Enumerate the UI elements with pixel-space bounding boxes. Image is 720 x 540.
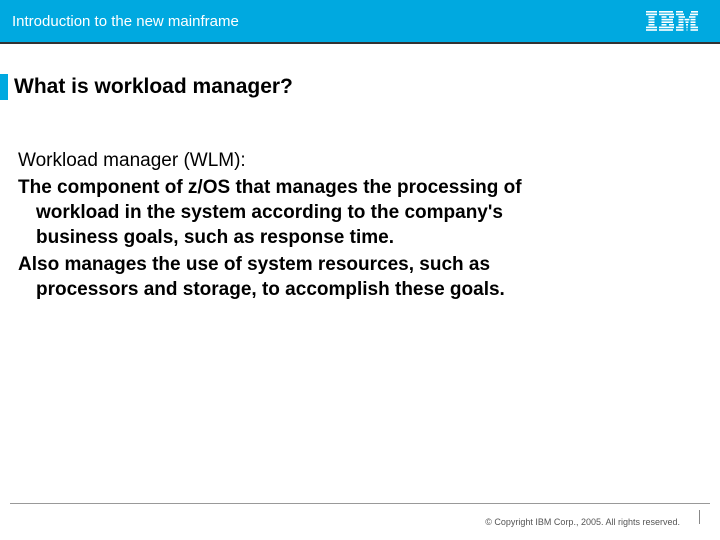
header-subtitle: Introduction to the new mainframe — [12, 13, 239, 30]
footer: © Copyright IBM Corp., 2005. All rights … — [0, 503, 720, 540]
para2-line1: Also manages the use of system resources… — [18, 254, 490, 275]
ibm-logo-icon — [646, 11, 698, 31]
footer-tick-mark — [699, 510, 700, 524]
para1-line3: business goals, such as response time. — [18, 225, 394, 250]
slide-title: What is workload manager? — [14, 75, 293, 99]
paragraph-2: Also manages the use of system resources… — [18, 252, 692, 302]
content-area: Workload manager (WLM): The component of… — [0, 100, 720, 302]
copyright-text: © Copyright IBM Corp., 2005. All rights … — [485, 517, 680, 527]
para1-line2: workload in the system according to the … — [18, 200, 503, 225]
para1-line1: The component of z/OS that manages the p… — [18, 177, 522, 198]
title-row: What is workload manager? — [0, 74, 720, 100]
lead-line: Workload manager (WLM): — [18, 148, 692, 173]
para2-line2: processors and storage, to accomplish th… — [18, 277, 505, 302]
header-bar: Introduction to the new mainframe — [0, 0, 720, 42]
title-accent-bar — [0, 74, 8, 100]
paragraph-1: The component of z/OS that manages the p… — [18, 175, 692, 250]
